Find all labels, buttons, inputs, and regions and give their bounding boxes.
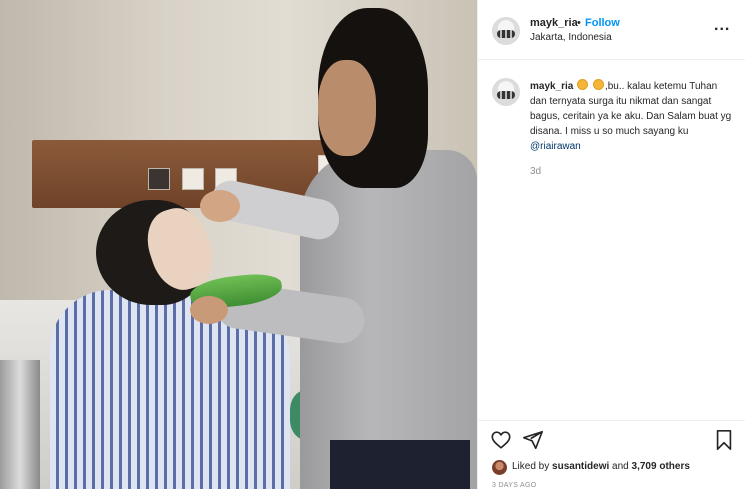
instagram-post: mayk_ria • Follow Jakarta, Indonesia ...… [0, 0, 745, 489]
photo-legs [330, 440, 470, 489]
heart-icon[interactable] [490, 429, 512, 451]
caption-text: mayk_ria ,bu.. kalau ketemu Tuhan dan te… [530, 79, 735, 154]
photo-hand [200, 190, 240, 222]
likes-row: Liked by susantidewi and 3,709 others [492, 459, 742, 477]
photo-socket [182, 168, 204, 190]
comment-age: 3d [530, 166, 542, 177]
smiling-face-with-heart-eyes-icon [577, 79, 589, 90]
post-actions: Liked by susantidewi and 3,709 others 3 … [478, 420, 745, 489]
bookmark-icon[interactable] [714, 429, 734, 451]
avatar[interactable] [492, 460, 507, 475]
post-username[interactable]: mayk_ria [530, 17, 578, 29]
likes-prefix: Liked by [512, 461, 553, 472]
likes-others-link[interactable]: 3,709 others [632, 461, 690, 472]
photo-man-face [318, 60, 376, 156]
post-side-panel: mayk_ria • Follow Jakarta, Indonesia ...… [477, 0, 745, 489]
avatar[interactable] [492, 17, 520, 45]
more-options-icon[interactable]: ... [714, 18, 730, 34]
smiling-face-with-heart-eyes-icon [592, 79, 604, 90]
post-photo[interactable] [0, 0, 477, 489]
separator-dot: • [577, 17, 581, 29]
follow-button[interactable]: Follow [585, 17, 620, 29]
post-timestamp: 3 DAYS AGO [492, 482, 537, 489]
post-location[interactable]: Jakarta, Indonesia [530, 32, 612, 43]
avatar[interactable] [492, 78, 520, 106]
photo-bed-rail [0, 360, 40, 489]
likes-and: and [609, 461, 632, 472]
share-icon[interactable] [522, 429, 544, 451]
caption-username[interactable]: mayk_ria [530, 81, 573, 92]
photo-hand [190, 296, 228, 324]
post-header: mayk_ria • Follow Jakarta, Indonesia ... [478, 0, 745, 60]
likes-text: Liked by susantidewi and 3,709 others [512, 461, 690, 472]
photo-socket [148, 168, 170, 190]
caption-mention-link[interactable]: @riairawan [530, 141, 581, 152]
liker-username[interactable]: susantidewi [552, 461, 609, 472]
caption-comment: mayk_ria ,bu.. kalau ketemu Tuhan dan te… [478, 60, 745, 420]
